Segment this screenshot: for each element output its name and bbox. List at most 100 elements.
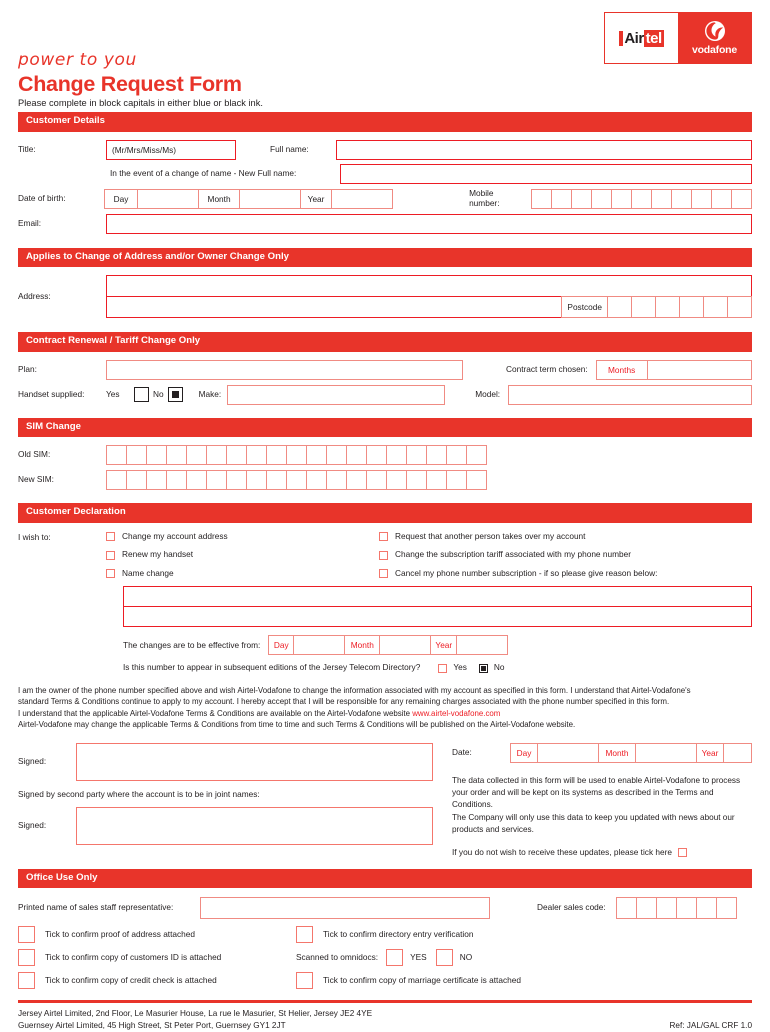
signature2-input[interactable] bbox=[76, 807, 433, 846]
title-input[interactable]: (Mr/Mrs/Miss/Ms) bbox=[106, 139, 236, 160]
old-sim-cell[interactable] bbox=[406, 445, 427, 466]
directory-yes-checkbox[interactable] bbox=[438, 663, 448, 673]
renew-handset-checkbox[interactable] bbox=[106, 550, 115, 560]
old-sim-cell[interactable] bbox=[386, 445, 407, 466]
wish-option-cancel-subscription[interactable]: Cancel my phone number subscription - if… bbox=[379, 568, 752, 579]
model-input[interactable] bbox=[508, 384, 752, 405]
handset-yes-checkbox[interactable] bbox=[134, 387, 149, 403]
old-sim-cell[interactable] bbox=[426, 445, 447, 466]
effective-day-input[interactable] bbox=[293, 635, 346, 656]
old-sim-cell[interactable] bbox=[306, 445, 327, 466]
dealer-code-cell[interactable] bbox=[695, 897, 717, 920]
date-year-input[interactable] bbox=[723, 742, 752, 763]
wish-option-name-change[interactable]: Name change bbox=[106, 568, 379, 579]
new-sim-cell[interactable] bbox=[326, 470, 347, 491]
new-sim-boxes[interactable] bbox=[106, 470, 487, 491]
new-sim-cell[interactable] bbox=[106, 470, 127, 491]
proof-of-address-checkbox[interactable] bbox=[18, 926, 35, 944]
change-address-checkbox[interactable] bbox=[106, 532, 115, 541]
directory-verification-checkbox[interactable] bbox=[296, 926, 313, 944]
mobile-number-boxes[interactable] bbox=[531, 188, 752, 209]
plan-input[interactable] bbox=[106, 359, 463, 380]
new-sim-cell[interactable] bbox=[306, 470, 327, 491]
scanned-no-checkbox[interactable] bbox=[435, 949, 453, 967]
opt-out-checkbox[interactable] bbox=[678, 848, 687, 858]
customer-id-check[interactable]: Tick to confirm copy of customers ID is … bbox=[18, 949, 296, 967]
mobile-digit-cell[interactable] bbox=[571, 188, 592, 209]
old-sim-cell[interactable] bbox=[266, 445, 287, 466]
airtel-vodafone-website-link[interactable]: www.airtel-vodafone.com bbox=[412, 709, 500, 718]
customer-id-checkbox[interactable] bbox=[18, 949, 35, 967]
address-line1-input[interactable] bbox=[106, 275, 752, 298]
cancel-subscription-checkbox[interactable] bbox=[379, 569, 388, 579]
opt-out-row[interactable]: If you do not wish to receive these upda… bbox=[452, 848, 752, 858]
old-sim-cell[interactable] bbox=[206, 445, 227, 466]
change-tariff-checkbox[interactable] bbox=[379, 550, 388, 560]
new-sim-cell[interactable] bbox=[426, 470, 447, 491]
new-sim-cell[interactable] bbox=[446, 470, 467, 491]
new-sim-cell[interactable] bbox=[266, 470, 287, 491]
mobile-digit-cell[interactable] bbox=[591, 188, 612, 209]
wish-option-change-address[interactable]: Change my account address bbox=[106, 531, 379, 542]
credit-check-check[interactable]: Tick to confirm copy of credit check is … bbox=[18, 972, 296, 990]
reason-line1-input[interactable] bbox=[123, 586, 752, 608]
mobile-digit-cell[interactable] bbox=[611, 188, 632, 209]
wish-option-takeover-account[interactable]: Request that another person takes over m… bbox=[379, 531, 752, 542]
handset-yes-group[interactable]: Yes bbox=[106, 389, 134, 400]
dob-year-input[interactable] bbox=[331, 188, 394, 209]
mobile-digit-cell[interactable] bbox=[671, 188, 692, 209]
mobile-digit-cell[interactable] bbox=[711, 188, 732, 209]
dob-month-input[interactable] bbox=[239, 188, 302, 209]
dealer-code-cell[interactable] bbox=[635, 897, 657, 920]
mobile-digit-cell[interactable] bbox=[631, 188, 652, 209]
marriage-certificate-check[interactable]: Tick to confirm copy of marriage certifi… bbox=[296, 972, 521, 990]
directory-verification-check[interactable]: Tick to confirm directory entry verifica… bbox=[296, 926, 473, 944]
old-sim-cell[interactable] bbox=[146, 445, 167, 466]
old-sim-cell[interactable] bbox=[466, 445, 487, 466]
effective-month-input[interactable] bbox=[379, 635, 432, 656]
new-sim-cell[interactable] bbox=[146, 470, 167, 491]
email-input[interactable] bbox=[106, 213, 752, 234]
new-sim-cell[interactable] bbox=[166, 470, 187, 491]
date-day-input[interactable] bbox=[537, 742, 599, 763]
postcode-cell[interactable] bbox=[703, 296, 728, 319]
old-sim-cell[interactable] bbox=[446, 445, 467, 466]
proof-of-address-check[interactable]: Tick to confirm proof of address attache… bbox=[18, 926, 296, 944]
old-sim-cell[interactable] bbox=[106, 445, 127, 466]
old-sim-boxes[interactable] bbox=[106, 445, 487, 466]
takeover-account-checkbox[interactable] bbox=[379, 532, 388, 541]
old-sim-cell[interactable] bbox=[166, 445, 187, 466]
dob-day-input[interactable] bbox=[137, 188, 200, 209]
old-sim-cell[interactable] bbox=[126, 445, 147, 466]
old-sim-cell[interactable] bbox=[186, 445, 207, 466]
mobile-digit-cell[interactable] bbox=[551, 188, 572, 209]
scanned-yes-checkbox[interactable] bbox=[386, 949, 404, 967]
postcode-cell[interactable] bbox=[607, 296, 632, 319]
reason-line2-input[interactable] bbox=[123, 606, 752, 628]
new-sim-cell[interactable] bbox=[386, 470, 407, 491]
name-change-checkbox[interactable] bbox=[106, 569, 115, 579]
old-sim-cell[interactable] bbox=[346, 445, 367, 466]
postcode-cell[interactable] bbox=[679, 296, 704, 319]
new-sim-cell[interactable] bbox=[206, 470, 227, 491]
months-input[interactable] bbox=[646, 359, 752, 380]
effective-year-input[interactable] bbox=[456, 635, 509, 656]
directory-no-checkbox[interactable] bbox=[478, 663, 488, 673]
signature-input[interactable] bbox=[76, 742, 433, 781]
dealer-code-cell[interactable] bbox=[615, 897, 637, 920]
old-sim-cell[interactable] bbox=[246, 445, 267, 466]
old-sim-cell[interactable] bbox=[366, 445, 387, 466]
dealer-code-cell[interactable] bbox=[675, 897, 697, 920]
new-full-name-input[interactable] bbox=[340, 163, 752, 184]
printed-name-input[interactable] bbox=[200, 897, 490, 920]
dealer-code-cell[interactable] bbox=[655, 897, 677, 920]
postcode-boxes[interactable] bbox=[607, 296, 752, 319]
full-name-input[interactable] bbox=[336, 139, 752, 160]
new-sim-cell[interactable] bbox=[226, 470, 247, 491]
new-sim-cell[interactable] bbox=[346, 470, 367, 491]
mobile-digit-cell[interactable] bbox=[651, 188, 672, 209]
mobile-digit-cell[interactable] bbox=[531, 188, 552, 209]
old-sim-cell[interactable] bbox=[226, 445, 247, 466]
old-sim-cell[interactable] bbox=[326, 445, 347, 466]
handset-no-checkbox[interactable] bbox=[167, 387, 183, 403]
